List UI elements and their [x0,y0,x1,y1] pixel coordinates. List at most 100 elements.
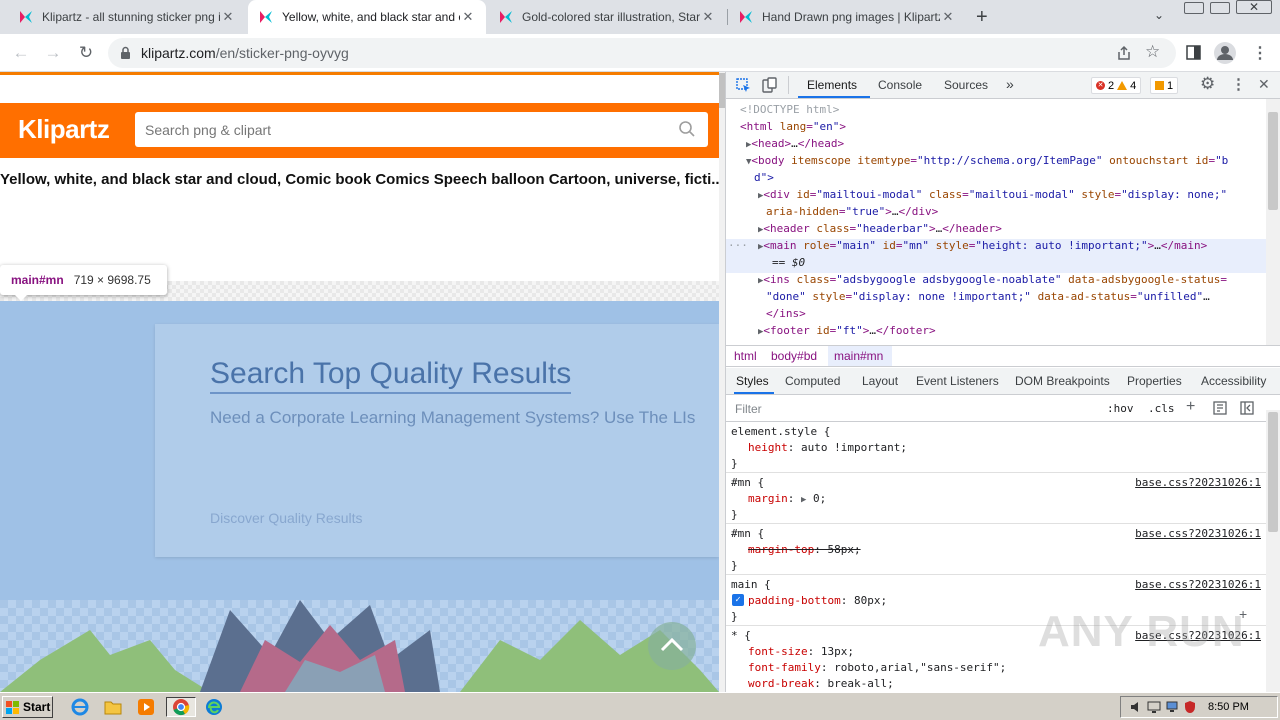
search-icon[interactable] [678,120,696,138]
share-icon[interactable] [1116,45,1132,61]
klipartz-favicon-icon [498,9,514,25]
tab-layout[interactable]: Layout [862,374,898,388]
security-shield-icon[interactable] [1183,700,1197,714]
browser-tab[interactable]: Gold-colored star illustration, Star De … [488,0,726,34]
clock-time[interactable]: 8:50 PM [1208,701,1249,713]
ad-link[interactable]: Discover Quality Results [210,510,363,526]
breadcrumb-main[interactable]: main#mn [834,349,883,363]
profile-avatar-icon[interactable] [1214,42,1236,64]
rule-source-link[interactable]: base.css?20231026:1 [1135,576,1261,593]
close-tab-icon[interactable]: ✕ [940,9,956,25]
browser-tab[interactable]: Hand Drawn png images | Klipartz ✕ [728,0,966,34]
reload-icon[interactable]: ↻ [74,41,98,65]
url-text[interactable]: klipartz.com/en/sticker-png-oyvyg [141,45,349,61]
tab-search-chevron-icon[interactable]: ⌄ [1154,8,1164,22]
lock-icon[interactable] [120,46,131,60]
dom-div-modal-wrap: aria-hidden="true">…</div> [766,205,939,218]
tab-console[interactable]: Console [878,78,922,92]
styles-scrollbar-thumb[interactable] [1268,412,1278,532]
display-icon[interactable] [1165,700,1179,714]
tab-title: Gold-colored star illustration, Star De [522,10,700,24]
cls-toggle[interactable]: .cls [1148,402,1175,415]
restore-icon[interactable] [1210,2,1230,14]
dom-main-node[interactable]: ▶<main role="main" id="mn" style="height… [758,237,1207,256]
toolbar-divider [788,76,789,94]
new-style-rule-icon[interactable]: + [1186,398,1195,416]
issues-badge[interactable]: 1 [1150,77,1179,94]
close-tab-icon[interactable]: ✕ [460,9,476,25]
close-window-icon[interactable]: ✕ [1236,0,1272,14]
rule-element-style[interactable]: element.style { height: auto !important;… [726,423,1266,473]
tab-accessibility[interactable]: Accessibility [1201,374,1266,388]
close-tab-icon[interactable]: ✕ [220,9,236,25]
site-search-input[interactable]: Search png & clipart [135,112,708,147]
rule-source-link[interactable]: base.css?20231026:1 [1135,474,1261,491]
tab-dom-breakpoints[interactable]: DOM Breakpoints [1015,374,1110,388]
media-player-icon[interactable] [136,697,156,717]
comic-star-image [0,600,719,692]
network-icon[interactable] [1147,700,1161,714]
tab-computed[interactable]: Computed [785,374,840,388]
rule-mn-margin-top[interactable]: #mn { base.css?20231026:1 margin-top: 58… [726,525,1266,575]
breadcrumb-html[interactable]: html [734,349,757,363]
dom-ins-wrap: "done" style="display: none !important;"… [766,290,1210,303]
toggle-sidebar-icon[interactable] [1240,401,1254,415]
close-tab-icon[interactable]: ✕ [700,9,716,25]
minimize-icon[interactable] [1184,2,1204,14]
internet-explorer-icon[interactable] [70,697,90,717]
dom-html-node[interactable]: <html lang="en"> [740,118,846,135]
breadcrumb-body[interactable]: body#bd [771,349,817,363]
rule-source-link[interactable]: base.css?20231026:1 [1135,525,1261,542]
url-path: /en/sticker-png-oyvyg [215,45,349,61]
chrome-taskbar-button[interactable] [166,697,196,717]
devtools-menu-icon[interactable]: ⋮ [1231,75,1246,93]
tab-event-listeners[interactable]: Event Listeners [916,374,999,388]
tab-title: Hand Drawn png images | Klipartz [762,10,940,24]
tab-styles[interactable]: Styles [736,374,769,388]
windows-logo-icon [6,700,19,714]
dom-body-node[interactable]: ▼<body itemscope itemtype="http://schema… [746,152,1228,171]
dom-doctype[interactable]: <!DOCTYPE html> [740,101,839,118]
device-toolbar-icon[interactable] [762,77,778,93]
styles-filter-input[interactable]: Filter [732,399,1096,419]
tab-properties[interactable]: Properties [1127,374,1182,388]
ad-subtitle: Need a Corporate Learning Management Sys… [210,408,696,427]
side-panel-icon[interactable] [1186,45,1201,60]
tab-strip: Klipartz - all stunning sticker png ima … [0,0,1280,34]
start-button[interactable]: Start [2,696,53,718]
back-arrow-icon[interactable]: ← [9,41,33,65]
url-host: klipartz.com [141,45,216,61]
inspect-element-icon[interactable] [736,78,751,93]
chrome-icon [173,699,190,716]
dom-scrollbar-thumb[interactable] [1268,112,1278,210]
new-tab-plus-icon[interactable]: + [976,6,988,29]
klipartz-favicon-icon [258,9,274,25]
dom-tree[interactable]: <!DOCTYPE html> <html lang="en"> ▶<head>… [726,99,1266,345]
tab-elements[interactable]: Elements [807,78,857,92]
error-warning-badge[interactable]: ✕ 2 4 [1091,77,1142,94]
address-bar[interactable]: klipartz.com/en/sticker-png-oyvyg ☆ [108,38,1176,68]
volume-icon[interactable] [1129,700,1143,714]
windows-taskbar: Start 8:50 PM [0,692,1280,720]
tab-sources[interactable]: Sources [944,78,988,92]
computed-styles-sidebar-icon[interactable] [1213,401,1227,415]
site-logo[interactable]: Klipartz [18,114,110,145]
browser-tab-active[interactable]: Yellow, white, and black star and clo ✕ [248,0,486,34]
issues-count: 1 [1167,79,1174,92]
file-explorer-icon[interactable] [103,697,123,717]
edge-icon[interactable] [204,697,224,717]
ad-title[interactable]: Search Top Quality Results [210,356,572,394]
settings-gear-icon[interactable]: ⚙ [1200,74,1215,94]
rule-mn-margin[interactable]: #mn { base.css?20231026:1 margin: ▶ 0; } [726,474,1266,524]
chrome-menu-icon[interactable]: ⋮ [1252,43,1268,63]
close-devtools-icon[interactable]: ✕ [1258,76,1270,93]
ad-card[interactable]: Search Top Quality Results Need a Corpor… [155,324,719,557]
more-tabs-icon[interactable]: » [1006,76,1014,92]
dom-footer-node[interactable]: ▶<footer id="ft">…</footer> [758,322,936,341]
bookmark-star-icon[interactable]: ☆ [1145,42,1160,62]
browser-tab[interactable]: Klipartz - all stunning sticker png ima … [8,0,246,34]
hov-toggle[interactable]: :hov [1107,402,1134,415]
property-enabled-checkbox[interactable]: ✓ [732,594,744,606]
error-count: 2 [1108,79,1115,92]
forward-arrow-icon[interactable]: → [41,41,65,65]
